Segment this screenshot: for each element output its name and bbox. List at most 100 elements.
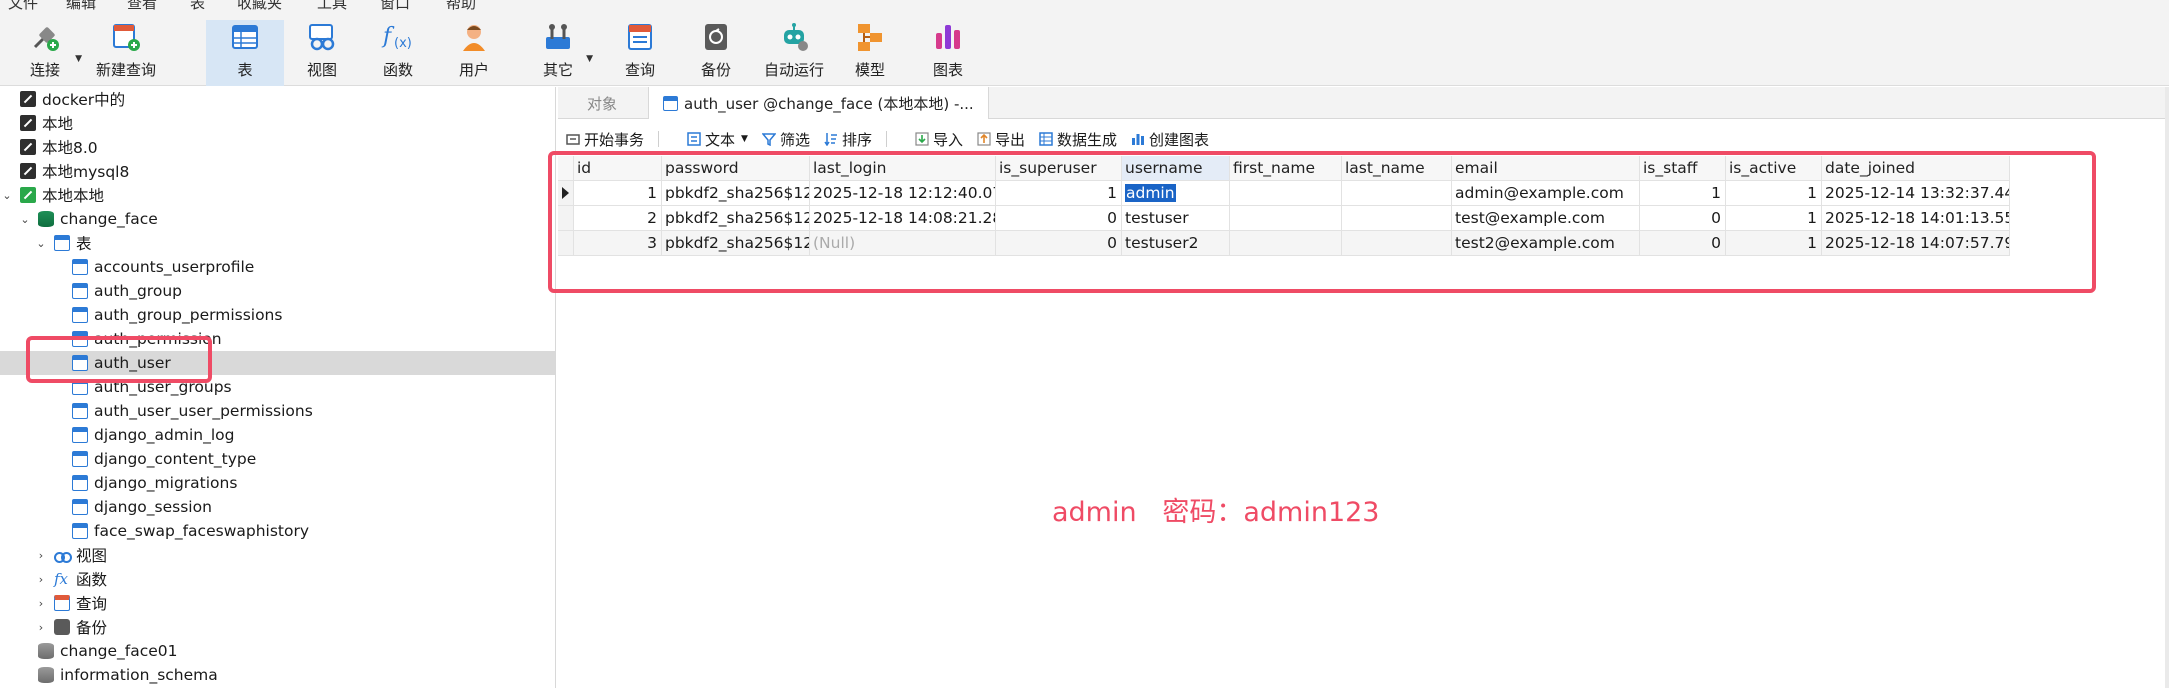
column-header-date-joined[interactable]: date_joined bbox=[1822, 156, 2010, 181]
tree-database-open[interactable]: ⌄ change_face bbox=[0, 207, 555, 231]
vertical-scrollbar[interactable] bbox=[2165, 87, 2169, 688]
sort-button[interactable]: 排序 bbox=[824, 129, 872, 150]
cell[interactable]: test2@example.com bbox=[1452, 231, 1640, 256]
tab-objects[interactable]: 对象 bbox=[558, 87, 646, 119]
new-query-button[interactable]: 新建查询 bbox=[92, 20, 160, 86]
begin-transaction-button[interactable]: 开始事务 bbox=[566, 129, 644, 150]
tree-database[interactable]: change_face01 bbox=[0, 639, 555, 663]
cell[interactable]: 2025-12-18 14:01:13.5542 bbox=[1822, 206, 2010, 231]
chevron-down-icon[interactable]: ⌄ bbox=[34, 237, 48, 250]
cell[interactable]: 3 bbox=[574, 231, 662, 256]
column-header-username[interactable]: username bbox=[1122, 156, 1230, 181]
chevron-down-icon[interactable]: ⌄ bbox=[18, 213, 32, 226]
tree-table-item[interactable]: django_migrations bbox=[0, 471, 555, 495]
tree-tables-folder[interactable]: ⌄ 表 bbox=[0, 231, 555, 255]
text-button[interactable]: 文本 ▼ bbox=[687, 129, 748, 150]
cell[interactable]: 0 bbox=[996, 206, 1122, 231]
tree-table-item-selected[interactable]: auth_user bbox=[0, 351, 555, 375]
tree-table-item[interactable]: auth_permission bbox=[0, 327, 555, 351]
tree-backups-folder[interactable]: › 备份 bbox=[0, 615, 555, 639]
tree-table-item[interactable]: django_session bbox=[0, 495, 555, 519]
tree-connection-open[interactable]: ⌄ 本地本地 bbox=[0, 183, 555, 207]
function-button[interactable]: f (x) 函数 bbox=[376, 20, 420, 86]
user-button[interactable]: 用户 bbox=[452, 20, 496, 86]
generate-data-button[interactable]: 数据生成 bbox=[1039, 129, 1117, 150]
column-header-is-superuser[interactable]: is_superuser bbox=[996, 156, 1122, 181]
cell[interactable]: 1 bbox=[1726, 206, 1822, 231]
cell[interactable] bbox=[1230, 231, 1342, 256]
tree-views-folder[interactable]: › 视图 bbox=[0, 543, 555, 567]
import-button[interactable]: 导入 bbox=[915, 129, 963, 150]
chevron-right-icon[interactable]: › bbox=[34, 573, 48, 586]
cell[interactable]: 1 bbox=[1726, 231, 1822, 256]
tree-functions-folder[interactable]: › fx 函数 bbox=[0, 567, 555, 591]
cell-selected[interactable]: admin bbox=[1122, 181, 1230, 206]
autorun-button[interactable]: 自动运行 bbox=[762, 20, 826, 86]
cell[interactable]: pbkdf2_sha256$1200000$ bbox=[662, 231, 810, 256]
tree-queries-folder[interactable]: › 查询 bbox=[0, 591, 555, 615]
backup-button[interactable]: 备份 bbox=[694, 20, 738, 86]
cell[interactable]: pbkdf2_sha256$1200000$ bbox=[662, 181, 810, 206]
column-header-id[interactable]: id bbox=[574, 156, 662, 181]
tree-connection[interactable]: 本地 bbox=[0, 111, 555, 135]
cell[interactable]: 0 bbox=[1640, 206, 1726, 231]
tree-table-item[interactable]: auth_group_permissions bbox=[0, 303, 555, 327]
cell[interactable]: admin@example.com bbox=[1452, 181, 1640, 206]
tree-connection[interactable]: docker中的 bbox=[0, 87, 555, 111]
table-button[interactable]: 表 bbox=[206, 20, 284, 86]
chart-button[interactable]: 图表 bbox=[926, 20, 970, 86]
column-header-first-name[interactable]: first_name bbox=[1230, 156, 1342, 181]
tree-table-item[interactable]: django_content_type bbox=[0, 447, 555, 471]
filter-button[interactable]: 筛选 bbox=[761, 129, 810, 150]
cell[interactable]: 0 bbox=[1640, 231, 1726, 256]
chevron-down-icon[interactable]: ⌄ bbox=[0, 189, 14, 202]
cell[interactable]: 2025-12-18 12:12:40.0715 bbox=[810, 181, 996, 206]
cell[interactable] bbox=[1230, 206, 1342, 231]
tree-table-item[interactable]: auth_group bbox=[0, 279, 555, 303]
view-button[interactable]: 视图 bbox=[300, 20, 344, 86]
chevron-right-icon[interactable]: › bbox=[34, 597, 48, 610]
tree-connection[interactable]: 本地8.0 bbox=[0, 135, 555, 159]
cell-null[interactable]: (Null) bbox=[810, 231, 996, 256]
cell[interactable]: pbkdf2_sha256$1200000$ bbox=[662, 206, 810, 231]
cell[interactable] bbox=[1342, 206, 1452, 231]
cell[interactable]: 2025-12-14 13:32:37.4483 bbox=[1822, 181, 2010, 206]
cell[interactable]: 2 bbox=[574, 206, 662, 231]
export-button[interactable]: 导出 bbox=[977, 129, 1025, 150]
cell[interactable]: 1 bbox=[574, 181, 662, 206]
create-chart-button[interactable]: 创建图表 bbox=[1131, 129, 1209, 150]
other-button[interactable]: 其它 ▼ bbox=[535, 20, 593, 86]
row-marker[interactable] bbox=[558, 206, 574, 231]
column-header-last-name[interactable]: last_name bbox=[1342, 156, 1452, 181]
row-marker[interactable] bbox=[558, 231, 574, 256]
cell[interactable]: test@example.com bbox=[1452, 206, 1640, 231]
cell[interactable]: 1 bbox=[996, 181, 1122, 206]
row-marker[interactable] bbox=[558, 181, 574, 206]
chevron-right-icon[interactable]: › bbox=[34, 621, 48, 634]
cell[interactable]: 1 bbox=[1726, 181, 1822, 206]
tree-table-item[interactable]: face_swap_faceswaphistory bbox=[0, 519, 555, 543]
cell[interactable] bbox=[1342, 181, 1452, 206]
tree-table-item[interactable]: accounts_userprofile bbox=[0, 255, 555, 279]
tree-table-item[interactable]: auth_user_user_permissions bbox=[0, 399, 555, 423]
column-header-email[interactable]: email bbox=[1452, 156, 1640, 181]
tab-auth-user[interactable]: auth_user @change_face (本地本地) -... bbox=[648, 87, 989, 119]
cell[interactable]: testuser bbox=[1122, 206, 1230, 231]
cell[interactable]: 0 bbox=[996, 231, 1122, 256]
chevron-down-icon[interactable]: ▼ bbox=[75, 54, 82, 64]
tree-connection[interactable]: 本地mysql8 bbox=[0, 159, 555, 183]
column-header-last-login[interactable]: last_login bbox=[810, 156, 996, 181]
cell[interactable]: 2025-12-18 14:07:57.7992 bbox=[1822, 231, 2010, 256]
connect-button[interactable]: 连接 ▼ bbox=[20, 20, 82, 86]
chevron-down-icon[interactable]: ▼ bbox=[586, 54, 593, 64]
cell[interactable]: 1 bbox=[1640, 181, 1726, 206]
column-header-password[interactable]: password bbox=[662, 156, 810, 181]
column-header-is-staff[interactable]: is_staff bbox=[1640, 156, 1726, 181]
model-button[interactable]: 模型 bbox=[848, 20, 892, 86]
chevron-down-icon[interactable]: ▼ bbox=[741, 134, 748, 144]
cell[interactable]: testuser2 bbox=[1122, 231, 1230, 256]
cell[interactable]: 2025-12-18 14:08:21.2813 bbox=[810, 206, 996, 231]
chevron-right-icon[interactable]: › bbox=[34, 549, 48, 562]
query-button[interactable]: 查询 bbox=[618, 20, 662, 86]
tree-table-item[interactable]: auth_user_groups bbox=[0, 375, 555, 399]
